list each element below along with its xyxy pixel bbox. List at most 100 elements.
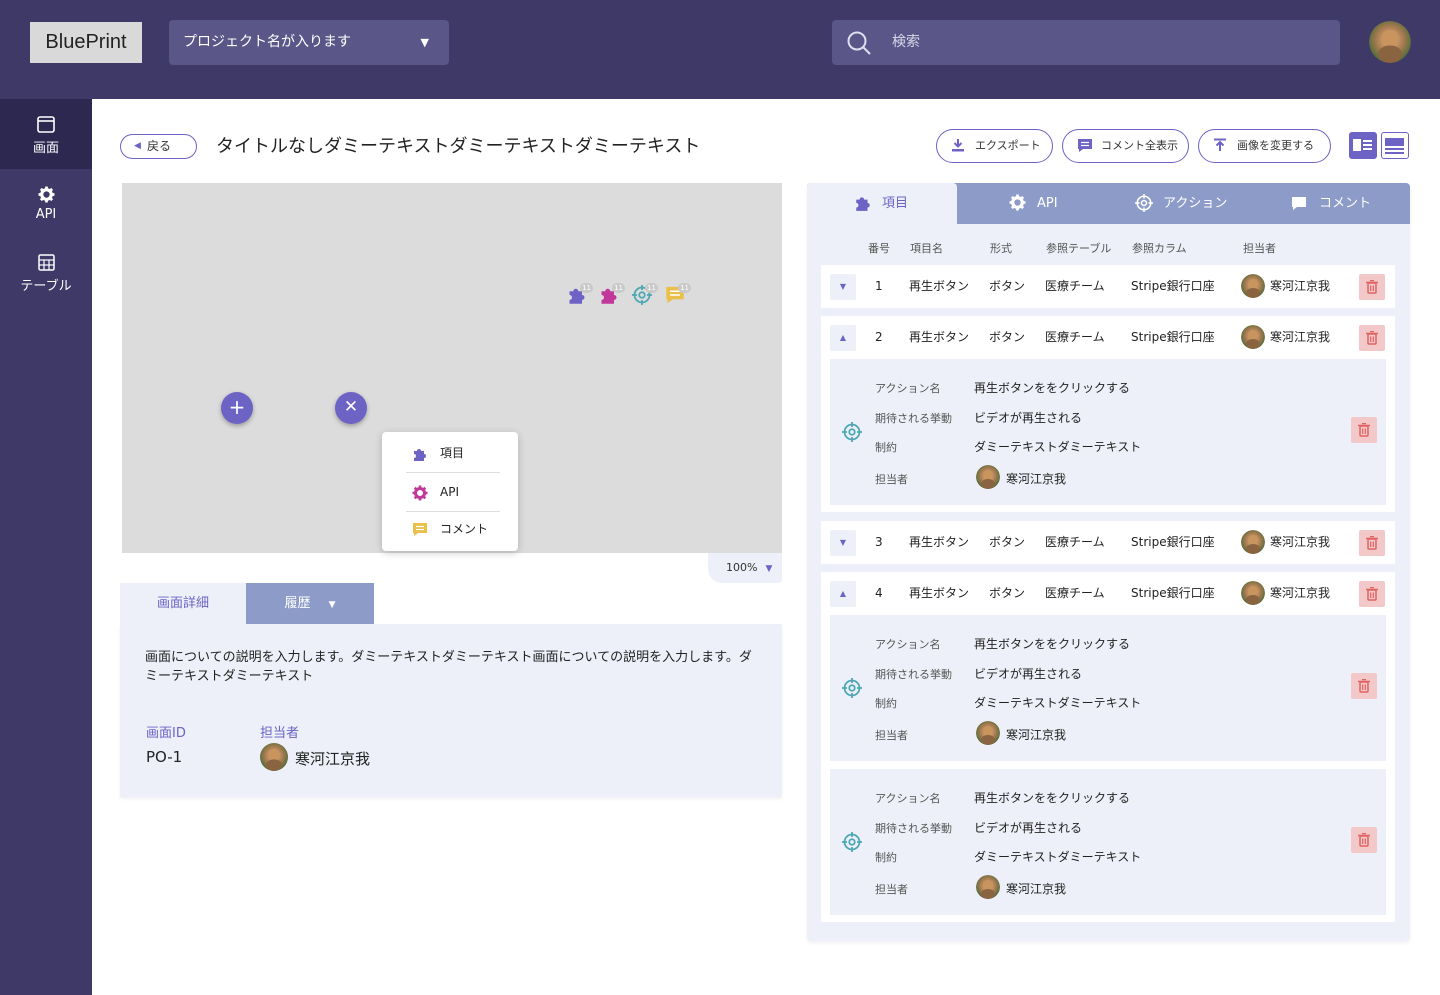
table-row[interactable]: ▼ 1 再生ボタン ボタン 医療チーム Stripe銀行口座 寒河江京我 <box>821 265 1395 308</box>
chevron-down-icon: ▼ <box>420 36 429 49</box>
chevron-down-icon: ▼ <box>839 538 847 547</box>
table-row[interactable]: ▼ 3 再生ボタン ボタン 医療チーム Stripe銀行口座 寒河江京我 <box>821 521 1395 564</box>
item-pin[interactable]: 11 <box>567 283 593 307</box>
sidebar-item-screen[interactable]: 画面 <box>0 99 92 169</box>
expand-toggle[interactable]: ▼ <box>830 274 856 300</box>
delete-button[interactable] <box>1359 581 1385 607</box>
sidebar-item-label: 画面 <box>32 141 59 156</box>
chevron-down-icon: ▼ <box>765 564 773 574</box>
trash-icon <box>1358 423 1370 437</box>
zoom-selector[interactable]: 100% ▼ <box>708 553 782 583</box>
behavior-value: ビデオが再生される <box>974 667 1083 681</box>
expand-toggle[interactable]: ▼ <box>830 530 856 556</box>
back-button[interactable]: ◀ 戻る <box>120 134 197 159</box>
action-card[interactable]: アクション名 再生ボタンををクリックする 期待される挙動 ビデオが再生される 制… <box>830 769 1386 915</box>
assignee-label: 担当者 <box>875 729 908 742</box>
avatar <box>260 743 288 771</box>
delete-action-button[interactable] <box>1351 673 1377 699</box>
search-icon <box>847 31 871 55</box>
delete-button[interactable] <box>1359 325 1385 351</box>
action-name-value: 再生ボタンををクリックする <box>974 637 1131 651</box>
export-button[interactable]: エクスポート <box>936 129 1053 163</box>
screen-detail-panel: 画面についての説明を入力します。ダミーテキストダミーテキスト画面についての説明を… <box>120 624 782 797</box>
delete-button[interactable] <box>1359 274 1385 300</box>
trash-icon <box>1366 280 1378 294</box>
menu-item-comment[interactable]: コメント <box>406 510 500 549</box>
zoom-value: 100% <box>726 561 758 574</box>
trash-icon <box>1366 331 1378 345</box>
add-pin-button[interactable]: + <box>221 392 253 424</box>
top-header: BluePrint プロジェクト名が入ります ▼ 検索 <box>0 0 1440 99</box>
action-pin[interactable]: 11 <box>631 283 658 307</box>
column-header: 担当者 <box>1243 242 1276 255</box>
action-card[interactable]: アクション名 再生ボタンををクリックする 期待される挙動 ビデオが再生される 制… <box>830 615 1386 761</box>
avatar <box>976 721 1000 745</box>
column-header: 項目名 <box>910 242 943 255</box>
action-card[interactable]: アクション名 再生ボタンををクリックする 期待される挙動 ビデオが再生される 制… <box>830 359 1386 505</box>
behavior-label: 期待される挙動 <box>875 822 952 835</box>
sidebar-item-label: API <box>35 207 57 222</box>
chevron-up-icon: ▲ <box>839 333 847 342</box>
chevron-down-icon: ▼ <box>839 282 847 291</box>
delete-action-button[interactable] <box>1351 827 1377 853</box>
target-icon <box>842 678 862 698</box>
project-selector[interactable]: プロジェクト名が入ります ▼ <box>169 20 449 65</box>
sidebar-item-table[interactable]: テーブル <box>0 239 92 309</box>
search-input[interactable]: 検索 <box>832 20 1340 65</box>
behavior-label: 期待される挙動 <box>875 668 952 681</box>
gear-icon <box>412 485 428 501</box>
search-placeholder: 検索 <box>892 34 920 50</box>
stack-view-toggle[interactable] <box>1381 132 1409 159</box>
row-number: 4 <box>875 586 883 600</box>
avatar <box>1241 530 1265 554</box>
behavior-value: ビデオが再生される <box>974 821 1083 835</box>
menu-item-item[interactable]: 項目 <box>406 434 500 473</box>
tab-api[interactable]: API <box>1009 183 1058 224</box>
properties-tabbar: 項目 API アクション コメント <box>807 183 1410 224</box>
tab-history[interactable]: 履歴 ▼ <box>246 583 374 624</box>
show-comments-button[interactable]: コメント全表示 <box>1062 129 1189 163</box>
row-column: Stripe銀行口座 <box>1131 330 1215 344</box>
assignee-value: 寒河江京我 <box>1006 882 1067 896</box>
api-pin[interactable]: 11 <box>599 283 625 307</box>
app-logo[interactable]: BluePrint <box>30 22 142 63</box>
change-image-button[interactable]: 画像を変更する <box>1198 129 1331 163</box>
screen-canvas[interactable]: 11 11 11 11 + ✕ 項目 API コメント <box>122 183 782 553</box>
delete-button[interactable] <box>1359 530 1385 556</box>
pin-count: 11 <box>580 283 593 293</box>
screen-id-label: 画面ID <box>146 726 186 741</box>
pin-count: 11 <box>612 283 625 293</box>
delete-action-button[interactable] <box>1351 417 1377 443</box>
behavior-label: 期待される挙動 <box>875 412 952 425</box>
action-name-label: アクション名 <box>875 382 941 395</box>
close-menu-button[interactable]: ✕ <box>335 392 367 424</box>
tab-actions[interactable]: アクション <box>1135 183 1227 224</box>
menu-item-api[interactable]: API <box>406 473 500 512</box>
sidebar-item-api[interactable]: API <box>0 169 92 239</box>
assignee-label: 担当者 <box>875 473 908 486</box>
back-label: 戻る <box>147 139 172 153</box>
row-column: Stripe銀行口座 <box>1131 586 1215 600</box>
tab-label: API <box>1037 196 1058 211</box>
action-name-label: アクション名 <box>875 638 941 651</box>
download-icon <box>952 139 964 152</box>
upload-icon <box>1214 138 1226 151</box>
collapse-toggle[interactable]: ▲ <box>830 581 856 607</box>
tab-comments[interactable]: コメント <box>1291 183 1371 224</box>
user-avatar[interactable] <box>1369 21 1411 63</box>
split-view-toggle[interactable] <box>1349 132 1377 159</box>
pin-count: 11 <box>645 283 658 293</box>
tab-screen-detail[interactable]: 画面詳細 <box>120 583 246 624</box>
page-title: タイトルなしダミーテキストダミーテキストダミーテキスト <box>216 136 701 157</box>
constraint-label: 制約 <box>875 697 897 710</box>
tab-label: アクション <box>1163 196 1228 211</box>
row-name: 再生ボタン <box>909 586 970 600</box>
collapse-toggle[interactable]: ▲ <box>830 325 856 351</box>
tab-items[interactable]: 項目 <box>807 183 957 224</box>
column-header: 番号 <box>868 242 890 255</box>
row-assignee: 寒河江京我 <box>1270 535 1331 549</box>
comment-pin[interactable]: 11 <box>665 283 691 307</box>
export-label: エクスポート <box>975 139 1041 152</box>
sidebar-item-label: テーブル <box>20 279 72 294</box>
trash-icon <box>1366 587 1378 601</box>
